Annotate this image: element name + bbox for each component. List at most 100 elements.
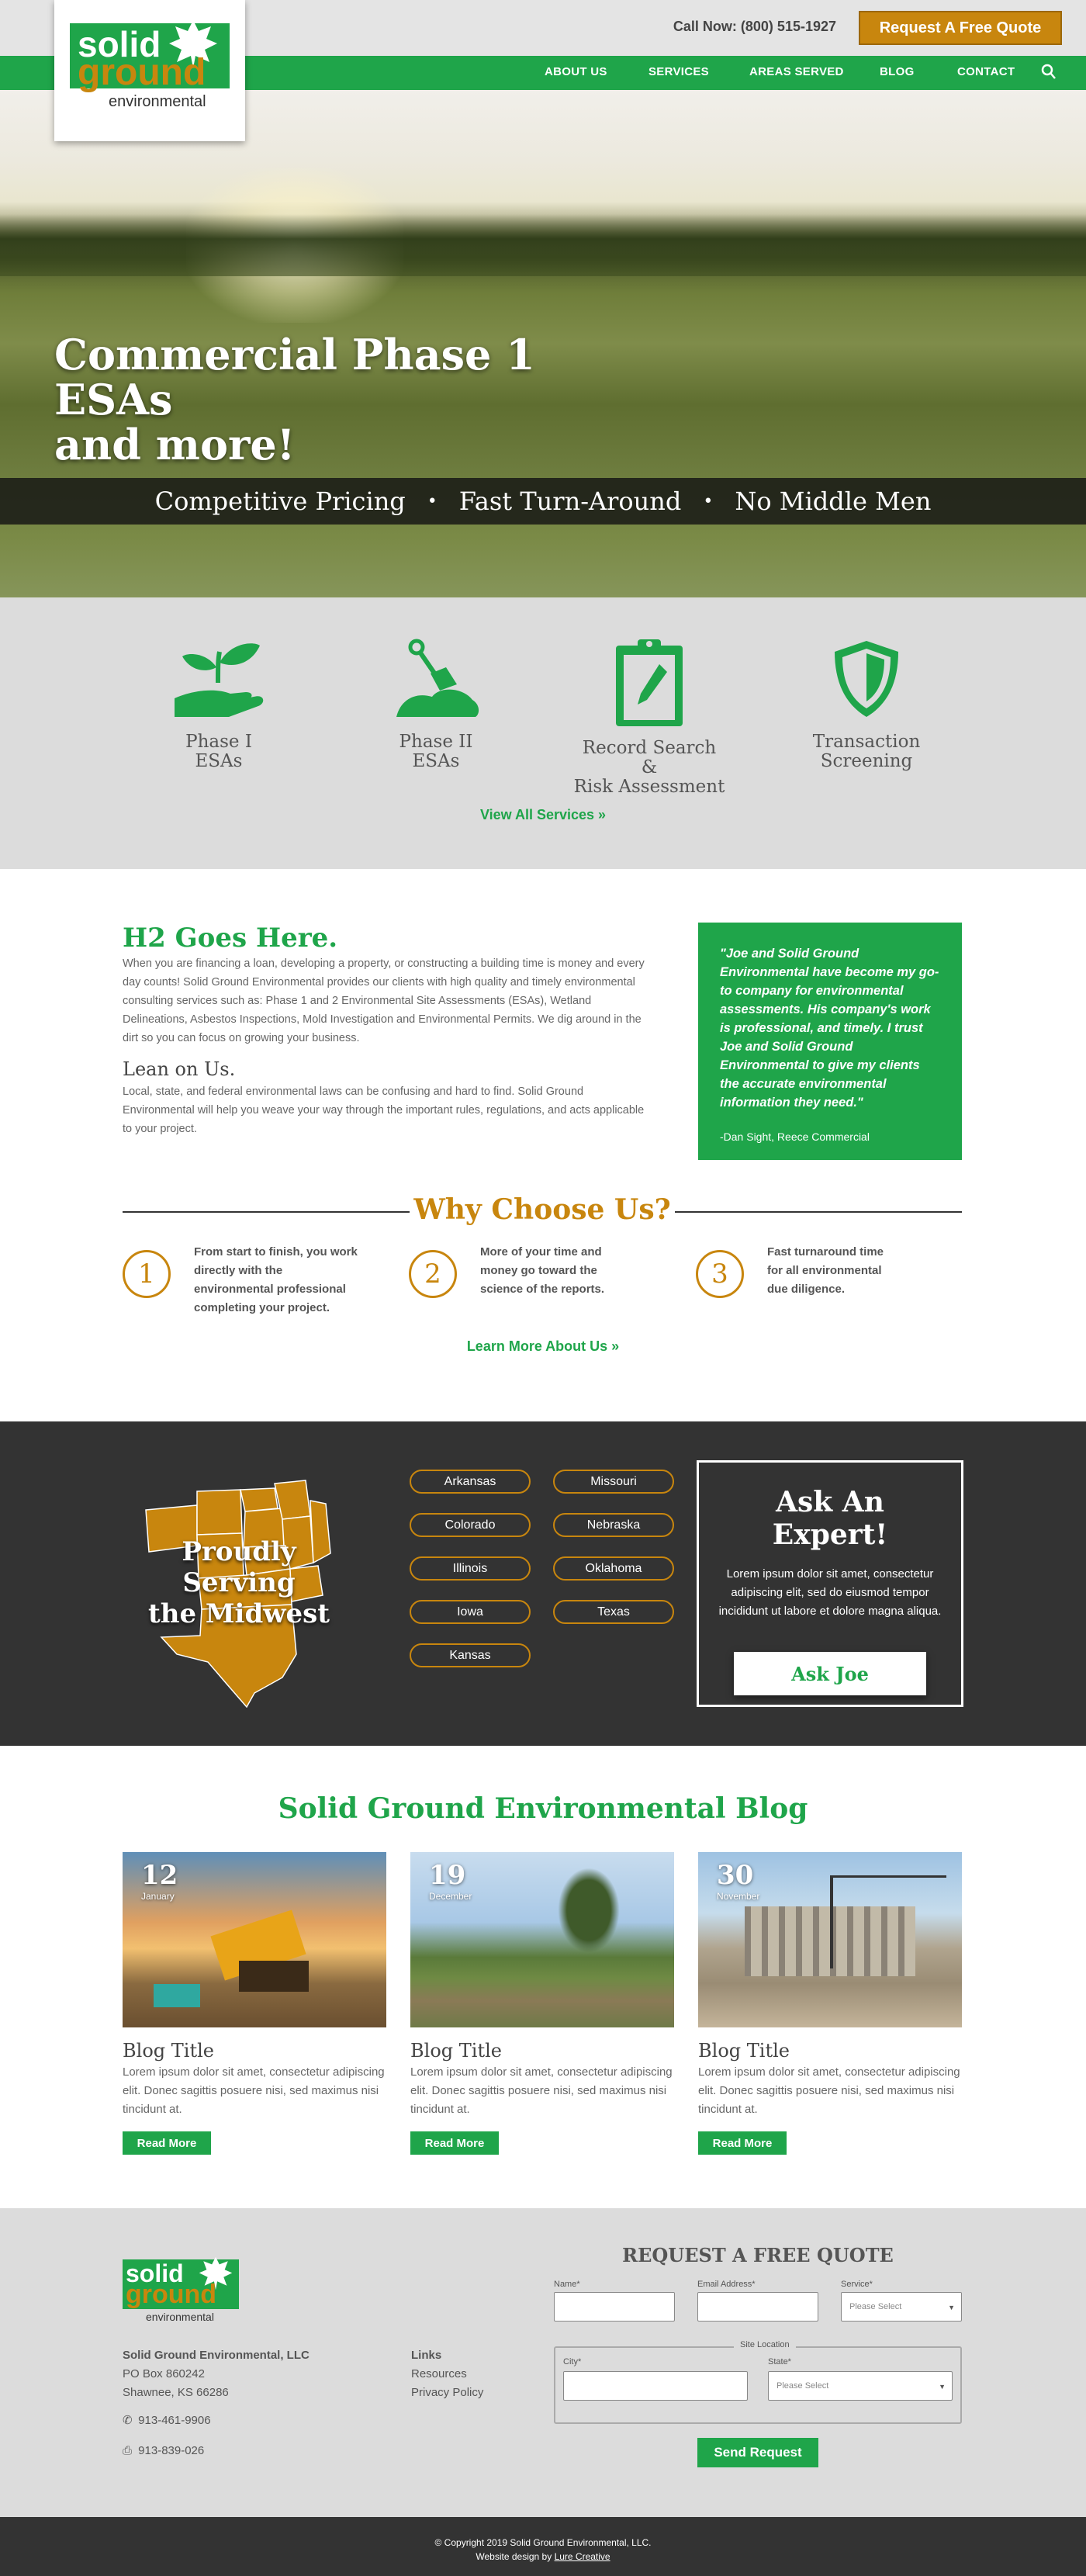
logo-word-environmental: environmental [109,93,206,110]
nav-contact[interactable]: CONTACT [957,65,1015,78]
credits-prefix: Website design by [476,2551,552,2562]
testimonial-quote: "Joe and Solid Ground Environmental have… [720,947,939,1110]
why-number-2: 2 [409,1250,457,1298]
service-phase2[interactable]: Phase II ESAs [358,636,514,771]
state-texas[interactable]: Texas [553,1600,674,1624]
intro-paragraph: When you are financing a loan, developin… [123,957,645,1044]
why-choose-us-heading: Why Choose Us? [413,1193,671,1226]
view-all-services-link[interactable]: View All Services » [0,807,1086,823]
service-select[interactable]: Please Select ▼ [841,2292,962,2322]
lure-creative-link[interactable]: Lure Creative [555,2551,610,2562]
nav-about-us[interactable]: ABOUT US [545,65,607,78]
email-label: Email Address* [697,2280,756,2289]
blog-post: 30 November Blog Title Lorem ipsum dolor… [698,1852,962,2155]
blog-date-day: 19 [429,1860,466,1891]
footer-logo[interactable]: solid ground environmental [123,2256,239,2329]
links-title: Links [411,2349,442,2362]
request-quote-button[interactable]: Request A Free Quote [859,11,1062,45]
footer-links: Links Resources Privacy Policy [411,2346,483,2402]
why-text-3: Fast turnaround time for all environment… [767,1245,884,1296]
why-number-3: 3 [696,1250,744,1298]
subheading: Lean on Us. [123,1058,236,1080]
blog-title[interactable]: Blog Title [123,2040,386,2062]
blog-image-excavator[interactable]: 12 January [123,1852,386,2027]
logo-mark: solid ground environmental [70,20,230,116]
tagline-no-middle-men: No Middle Men [735,486,932,516]
state-kansas[interactable]: Kansas [410,1643,531,1667]
address-line2: Shawnee, KS 66286 [123,2386,229,2399]
read-more-button[interactable]: Read More [123,2131,211,2155]
nav-areas-served[interactable]: AREAS SERVED [749,65,844,78]
city-label: City* [563,2357,582,2367]
service-label: ESAs [412,751,460,771]
blog-image-field[interactable]: 19 December [410,1852,674,2027]
tagline-separator: • [703,491,714,511]
midwest-title: Proudly Serving the Midwest [130,1536,348,1629]
bottom-bar: © Copyright 2019 Solid Ground Environmen… [0,2517,1086,2576]
blog-title[interactable]: Blog Title [410,2040,674,2062]
blog-date-month: November [717,1891,760,1902]
link-privacy-policy[interactable]: Privacy Policy [411,2384,483,2402]
service-transaction-screening[interactable]: Transaction Screening [789,636,944,771]
footer: solid ground environmental Solid Ground … [0,2208,1086,2517]
state-colorado[interactable]: Colorado [410,1513,531,1537]
read-more-button[interactable]: Read More [410,2131,499,2155]
state-label: State* [768,2357,791,2367]
divider [123,1211,410,1213]
chevron-down-icon: ▼ [948,2304,955,2311]
hero-banner: Commercial Phase 1 ESAs and more! Compet… [0,90,1086,597]
hero-title-line1: Commercial Phase 1 ESAs [54,330,535,424]
state-illinois[interactable]: Illinois [410,1556,531,1581]
footer-address: Solid Ground Environmental, LLC PO Box 8… [123,2346,310,2402]
blog-excerpt: Lorem ipsum dolor sit amet, consectetur … [123,2065,385,2116]
read-more-button[interactable]: Read More [698,2131,787,2155]
why-text-1: From start to finish, you work directly … [194,1245,358,1314]
clipboard-pen-icon [572,636,727,728]
divider [675,1211,962,1213]
tagline-turnaround: Fast Turn-Around [458,486,682,516]
blog-heading: Solid Ground Environmental Blog [278,1792,808,1825]
service-phase1[interactable]: Phase I ESAs [141,636,296,771]
service-label: Screening [820,751,913,771]
state-placeholder: Please Select [776,2381,829,2391]
site-location-group: Site Location City* State* Please Select… [554,2340,962,2424]
state-select[interactable]: Please Select ▼ [768,2371,953,2401]
name-field[interactable] [554,2292,675,2322]
state-oklahoma[interactable]: Oklahoma [553,1556,674,1581]
phone-icon: ✆ [123,2414,133,2427]
ask-joe-button[interactable]: Ask Joe [734,1652,926,1695]
tagline-separator: • [427,491,438,511]
lean-on-us-paragraph: Local, state, and federal environmental … [123,1085,645,1135]
logo-word-environmental: environmental [146,2311,214,2323]
logo-word-ground: ground [126,2280,217,2309]
footer-phone[interactable]: ✆ 913-461-9906 [123,2413,211,2427]
chevron-down-icon: ▼ [939,2383,946,2391]
send-request-button[interactable]: Send Request [697,2438,818,2467]
learn-more-link[interactable]: Learn More About Us » [0,1338,1086,1355]
site-logo[interactable]: solid ground environmental [54,0,245,141]
why-number-1: 1 [123,1250,171,1298]
call-now-text[interactable]: Call Now: (800) 515-1927 [673,19,836,35]
plant-in-hand-icon [141,636,296,722]
nav-blog[interactable]: BLOG [880,65,915,78]
midwest-title-line2: the Midwest [148,1598,330,1629]
link-resources[interactable]: Resources [411,2365,483,2384]
state-missouri[interactable]: Missouri [553,1470,674,1494]
treeline [0,214,1086,276]
city-field[interactable] [563,2371,748,2401]
nav-services[interactable]: SERVICES [648,65,709,78]
service-record-search[interactable]: Record Search & Risk Assessment [572,636,727,797]
hero-title: Commercial Phase 1 ESAs and more! [54,332,659,467]
blog-image-construction[interactable]: 30 November [698,1852,962,2027]
blog-post: 12 January Blog Title Lorem ipsum dolor … [123,1852,386,2155]
blog-title[interactable]: Blog Title [698,2040,962,2062]
blog-excerpt: Lorem ipsum dolor sit amet, consectetur … [410,2065,673,2116]
state-nebraska[interactable]: Nebraska [553,1513,674,1537]
state-iowa[interactable]: Iowa [410,1600,531,1624]
service-label: Record Search & [582,738,717,777]
email-field[interactable] [697,2292,818,2322]
midwest-title-line1: Proudly Serving [182,1536,296,1598]
search-icon[interactable] [1041,64,1057,85]
fax-icon: ⎙ [123,2444,133,2457]
state-arkansas[interactable]: Arkansas [410,1470,531,1494]
